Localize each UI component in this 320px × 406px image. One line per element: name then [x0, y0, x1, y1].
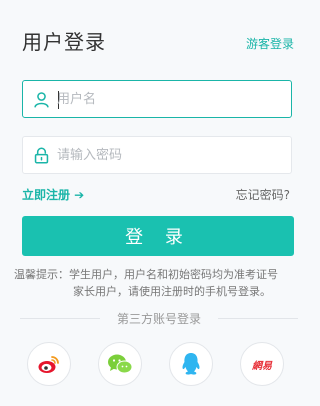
- tip-line-1: 温馨提示：学生用户，用户名和初始密码均为准考证号: [14, 268, 278, 281]
- qq-login-button[interactable]: [169, 342, 213, 386]
- qq-icon: [182, 353, 200, 375]
- forgot-password-link[interactable]: 忘记密码?: [236, 186, 290, 203]
- user-icon: [34, 92, 49, 108]
- weibo-login-button[interactable]: [27, 342, 71, 386]
- weibo-icon: [38, 356, 59, 373]
- wechat-icon: [108, 354, 133, 374]
- register-link[interactable]: 立即注册 ➔: [22, 186, 84, 203]
- login-tip: 温馨提示：学生用户，用户名和初始密码均为准考证号 家长用户，请使用注册时的手机号…: [14, 266, 314, 300]
- netease-icon: 網易: [252, 360, 272, 372]
- third-party-divider: 第三方账号登录: [20, 310, 298, 326]
- netease-login-button[interactable]: 網易: [240, 342, 284, 386]
- password-input[interactable]: [57, 137, 283, 173]
- lock-icon: [34, 147, 49, 164]
- guest-login-link[interactable]: 游客登录: [246, 35, 294, 52]
- page-title: 用户登录: [22, 30, 106, 54]
- login-button[interactable]: 登 录: [22, 216, 294, 256]
- username-input[interactable]: [57, 81, 283, 117]
- divider-line-right: [218, 318, 298, 319]
- tip-line-2: 家长用户，请使用注册时的手机号登录。: [73, 285, 271, 298]
- password-field[interactable]: [22, 136, 292, 174]
- username-field[interactable]: [22, 80, 292, 118]
- wechat-login-button[interactable]: [98, 342, 142, 386]
